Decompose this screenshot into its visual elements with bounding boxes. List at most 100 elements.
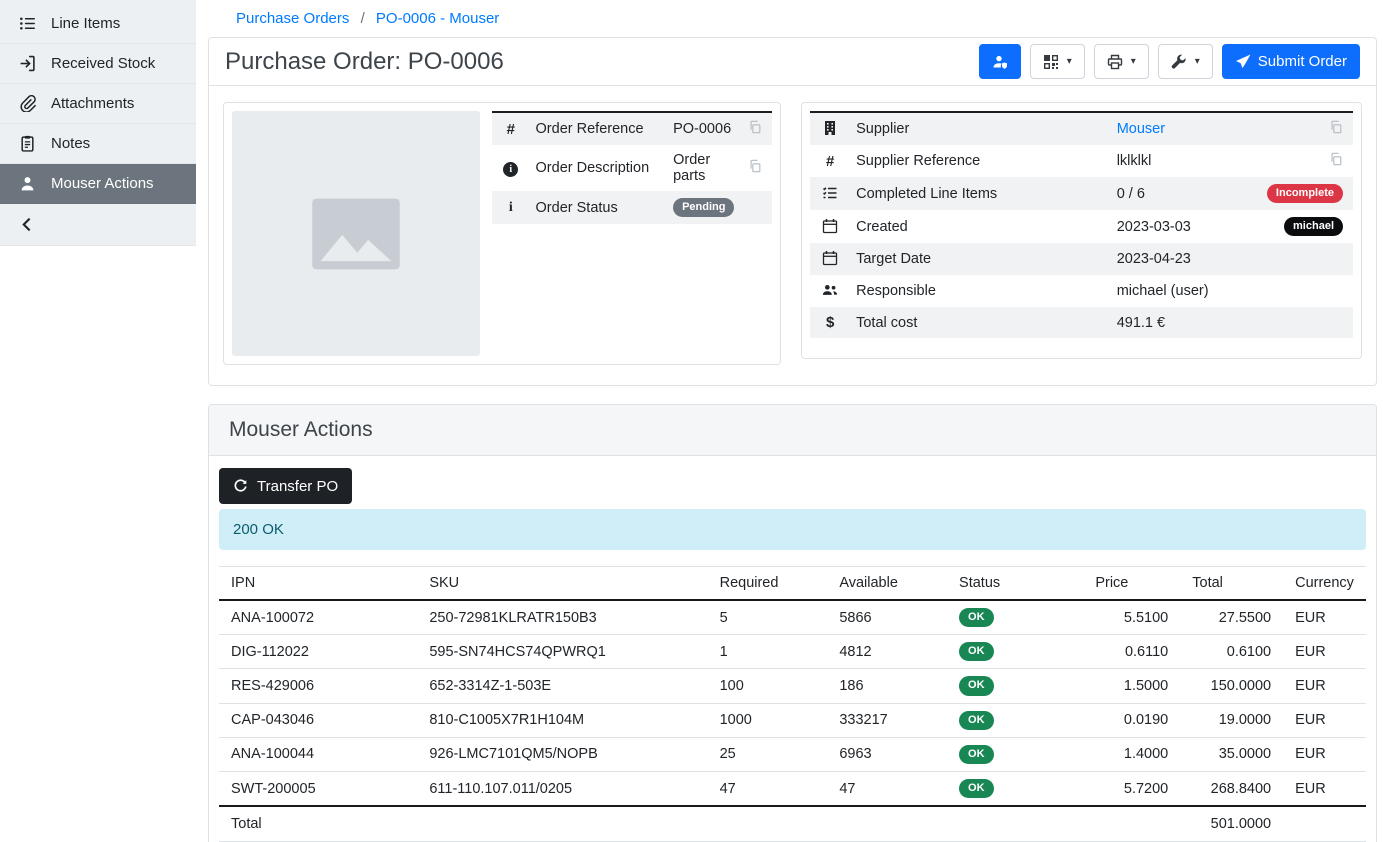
creator-badge: michael	[1284, 217, 1343, 236]
footer-total-label: Total	[219, 806, 417, 842]
order-actions-menu-button[interactable]: ▾	[1158, 44, 1213, 79]
cell-available: 4812	[827, 635, 947, 669]
building-icon	[822, 120, 838, 136]
cell-ipn: DIG-112022	[219, 635, 417, 669]
cell-currency: EUR	[1283, 669, 1366, 703]
chevron-down-icon: ▾	[1067, 56, 1072, 67]
cell-available: 5866	[827, 600, 947, 635]
page-title: Purchase Order: PO-0006	[225, 48, 504, 76]
cell-currency: EUR	[1283, 771, 1366, 806]
table-row: ANA-100044 926-LMC7101QM5/NOPB 25 6963 O…	[219, 737, 1366, 771]
copy-icon[interactable]	[1329, 120, 1343, 138]
transfer-po-label: Transfer PO	[257, 478, 338, 495]
detail-label: Created	[850, 210, 1111, 243]
print-menu-button[interactable]: ▾	[1094, 44, 1149, 79]
col-header-ipn: IPN	[219, 567, 417, 601]
cell-sku: 926-LMC7101QM5/NOPB	[417, 737, 707, 771]
sidebar-item-notes[interactable]: Notes	[0, 124, 196, 164]
info-circle-icon: i	[503, 162, 518, 177]
sign-in-icon	[19, 55, 36, 72]
col-header-total: Total	[1180, 567, 1283, 601]
status-alert-text: 200 OK	[233, 521, 284, 538]
app-root: Line Items Received Stock Attachments No…	[0, 0, 1383, 842]
cell-available: 47	[827, 771, 947, 806]
user-roles-button[interactable]	[979, 44, 1021, 79]
sidebar-item-label: Line Items	[51, 15, 120, 32]
cell-currency: EUR	[1283, 703, 1366, 737]
wrench-icon	[1171, 54, 1187, 70]
sidebar-item-label: Notes	[51, 135, 90, 152]
detail-row-supplier: Supplier Mouser	[810, 112, 1353, 145]
refresh-icon	[233, 479, 248, 494]
sidebar-item-received-stock[interactable]: Received Stock	[0, 44, 196, 84]
mouser-actions-panel: Mouser Actions Transfer PO 200 OK	[208, 404, 1377, 842]
cell-total: 35.0000	[1180, 737, 1283, 771]
cell-required: 47	[708, 771, 828, 806]
sidebar-collapse-button[interactable]	[0, 204, 196, 246]
table-row: DIG-112022 595-SN74HCS74QPWRQ1 1 4812 OK…	[219, 635, 1366, 669]
transfer-po-button[interactable]: Transfer PO	[219, 468, 352, 504]
users-icon	[822, 282, 838, 298]
cell-ipn: ANA-100072	[219, 600, 417, 635]
sidebar-item-label: Attachments	[51, 95, 134, 112]
submit-order-button[interactable]: Submit Order	[1222, 44, 1360, 79]
supplier-link[interactable]: Mouser	[1117, 121, 1165, 137]
cell-available: 333217	[827, 703, 947, 737]
breadcrumb-link-purchase-orders[interactable]: Purchase Orders	[236, 10, 349, 27]
detail-label: Order Status	[530, 191, 668, 224]
sidebar-item-line-items[interactable]: Line Items	[0, 4, 196, 44]
col-header-price: Price	[1083, 567, 1180, 601]
mouser-parts-table: IPN SKU Required Available Status Price …	[219, 566, 1366, 842]
cell-ipn: CAP-043046	[219, 703, 417, 737]
detail-value: PO-0006	[667, 112, 740, 145]
calendar-icon	[822, 218, 838, 234]
detail-label: Order Reference	[530, 112, 668, 145]
cell-total: 19.0000	[1180, 703, 1283, 737]
detail-row-completed-line-items: Completed Line Items 0 / 6 Incomplete	[810, 177, 1353, 210]
detail-label: Supplier	[850, 112, 1111, 145]
copy-icon[interactable]	[1329, 152, 1343, 170]
submit-order-label: Submit Order	[1258, 53, 1347, 70]
barcode-menu-button[interactable]: ▾	[1030, 44, 1085, 79]
cell-ipn: ANA-100044	[219, 737, 417, 771]
cell-required: 25	[708, 737, 828, 771]
cell-sku: 810-C1005X7R1H104M	[417, 703, 707, 737]
status-alert: 200 OK	[219, 509, 1366, 550]
sidebar-item-mouser-actions[interactable]: Mouser Actions	[0, 164, 196, 204]
mouser-actions-body: Transfer PO 200 OK IPN SKU Required	[209, 456, 1376, 842]
table-row: ANA-100072 250-72981KLRATR150B3 5 5866 O…	[219, 600, 1366, 635]
detail-label: Supplier Reference	[850, 145, 1111, 177]
cell-required: 5	[708, 600, 828, 635]
cell-total: 150.0000	[1180, 669, 1283, 703]
detail-label: Order Description	[530, 145, 668, 191]
copy-icon[interactable]	[748, 159, 762, 177]
dollar-icon: $	[826, 314, 834, 331]
detail-label: Total cost	[850, 307, 1111, 338]
col-header-status: Status	[947, 567, 1083, 601]
paperclip-icon	[19, 95, 36, 112]
detail-row-target-date: Target Date 2023-04-23	[810, 243, 1353, 275]
detail-row-order-reference: # Order Reference PO-0006	[492, 112, 772, 145]
copy-icon[interactable]	[748, 120, 762, 138]
cell-currency: EUR	[1283, 737, 1366, 771]
breadcrumb-link-current-order[interactable]: PO-0006 - Mouser	[376, 10, 499, 27]
image-placeholder-icon	[306, 184, 406, 284]
cell-total: 0.6100	[1180, 635, 1283, 669]
detail-label: Target Date	[850, 243, 1111, 275]
detail-row-total-cost: $ Total cost 491.1 €	[810, 307, 1353, 338]
detail-value: lklklkl	[1111, 145, 1239, 177]
detail-row-responsible: Responsible michael (user)	[810, 275, 1353, 307]
status-ok-badge: OK	[959, 779, 994, 798]
cell-price: 5.7200	[1083, 771, 1180, 806]
cell-total: 27.5500	[1180, 600, 1283, 635]
mouser-actions-header: Mouser Actions	[209, 405, 1376, 456]
detail-label: Completed Line Items	[850, 177, 1111, 210]
status-ok-badge: OK	[959, 745, 994, 764]
sidebar-item-attachments[interactable]: Attachments	[0, 84, 196, 124]
cell-currency: EUR	[1283, 635, 1366, 669]
col-header-available: Available	[827, 567, 947, 601]
detail-value: michael (user)	[1111, 275, 1239, 307]
user-icon	[19, 175, 36, 192]
detail-value: 2023-03-03	[1111, 210, 1239, 243]
order-summary-table: # Order Reference PO-0006 i Order Descri…	[492, 111, 772, 224]
